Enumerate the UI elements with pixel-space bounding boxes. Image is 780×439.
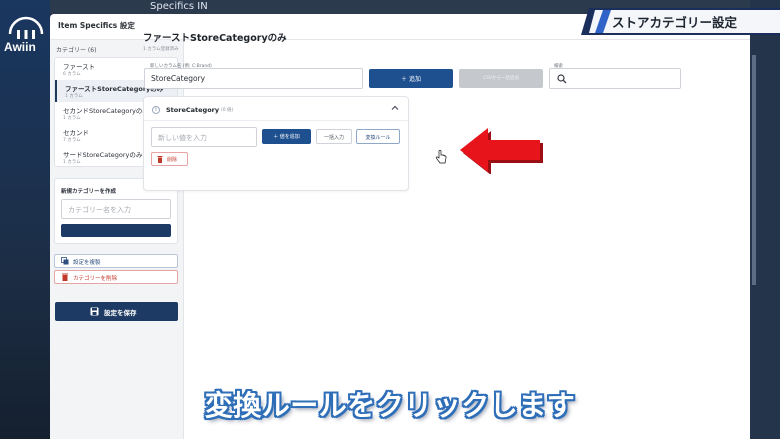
delete-category-button[interactable]: カテゴリーを削除 xyxy=(54,270,178,284)
new-category-label: 新規カテゴリーを作成 xyxy=(61,189,117,195)
save-settings-button[interactable]: 設定を保存 xyxy=(55,302,178,321)
category-item-name: ファースト xyxy=(63,63,96,71)
category-heading: カテゴリー (6) xyxy=(56,47,97,54)
conversion-rule-label: 変換ルール xyxy=(365,135,391,141)
category-item-count: 1 カラム xyxy=(63,160,81,165)
add-column-label: ＋ 追加 xyxy=(401,76,421,83)
csv-bulk-add-label: CSVから一括追加 xyxy=(482,76,520,81)
search-input[interactable] xyxy=(549,68,681,89)
trash-icon xyxy=(62,273,68,281)
column-card-title: StoreCategory xyxy=(166,106,220,114)
category-item-name: セカンド xyxy=(63,129,89,137)
behind-window-title: Specifics IN xyxy=(150,1,208,12)
add-value-label: ＋ 値を追加 xyxy=(273,134,300,140)
category-item-count: 1 カラム xyxy=(63,116,81,121)
bulk-input-button[interactable]: 一括入力 xyxy=(316,129,352,144)
create-category-button[interactable] xyxy=(61,224,171,237)
save-icon xyxy=(90,307,99,316)
delete-column-button[interactable]: 削除 xyxy=(151,152,188,166)
delete-category-label: カテゴリーを削除 xyxy=(73,276,118,282)
trash-icon xyxy=(157,156,163,163)
copy-settings-label: 設定を複製 xyxy=(73,260,101,266)
logo-text: Awiin xyxy=(4,40,36,54)
column-value-count: (0 値) xyxy=(221,108,234,113)
video-background-left xyxy=(0,0,50,439)
category-item-name: サードStoreCategoryのみ xyxy=(63,151,143,159)
category-title: ファーストStoreCategoryのみ xyxy=(143,33,287,44)
delete-column-label: 削除 xyxy=(167,157,178,163)
red-arrow-icon xyxy=(460,128,543,174)
new-category-input[interactable]: カテゴリー名を入力 xyxy=(61,199,171,219)
info-icon: i xyxy=(152,106,160,114)
add-value-button[interactable]: ＋ 値を追加 xyxy=(262,129,311,144)
copy-icon xyxy=(61,257,69,265)
copy-settings-button[interactable]: 設定を複製 xyxy=(54,254,178,268)
banner-title: ストアカテゴリー設定 xyxy=(612,15,738,30)
search-icon xyxy=(557,74,567,84)
column-card: i StoreCategory (0 値) 新しい値を入力 ＋ 値を追加 一括入… xyxy=(143,96,409,191)
chevron-up-icon[interactable] xyxy=(390,103,400,113)
category-subtitle: 1 カラム登録済み xyxy=(143,47,179,52)
bulk-input-label: 一括入力 xyxy=(323,135,344,141)
card-divider xyxy=(144,120,408,121)
video-caption: 変換ルールをクリックします xyxy=(204,389,576,422)
category-item-count: 6 カラム xyxy=(63,72,81,77)
modal-title: Item Specifics 設定 xyxy=(58,21,135,30)
category-item-count: 7 カラム xyxy=(63,138,81,143)
new-value-input[interactable]: 新しい値を入力 xyxy=(151,127,257,147)
csv-bulk-add-button[interactable]: CSVから一括追加 xyxy=(459,69,543,88)
add-column-button[interactable]: ＋ 追加 xyxy=(369,69,453,88)
column-name-input[interactable]: StoreCategory xyxy=(144,68,363,89)
category-item-name: セカンドStoreCategoryのみ xyxy=(63,107,149,115)
category-item-count: 1 カラム xyxy=(65,94,83,99)
conversion-rule-button[interactable]: 変換ルール xyxy=(356,129,400,144)
scrollbar-track xyxy=(752,55,756,285)
save-settings-label: 設定を保存 xyxy=(104,309,137,317)
hand-cursor-icon xyxy=(435,150,447,164)
